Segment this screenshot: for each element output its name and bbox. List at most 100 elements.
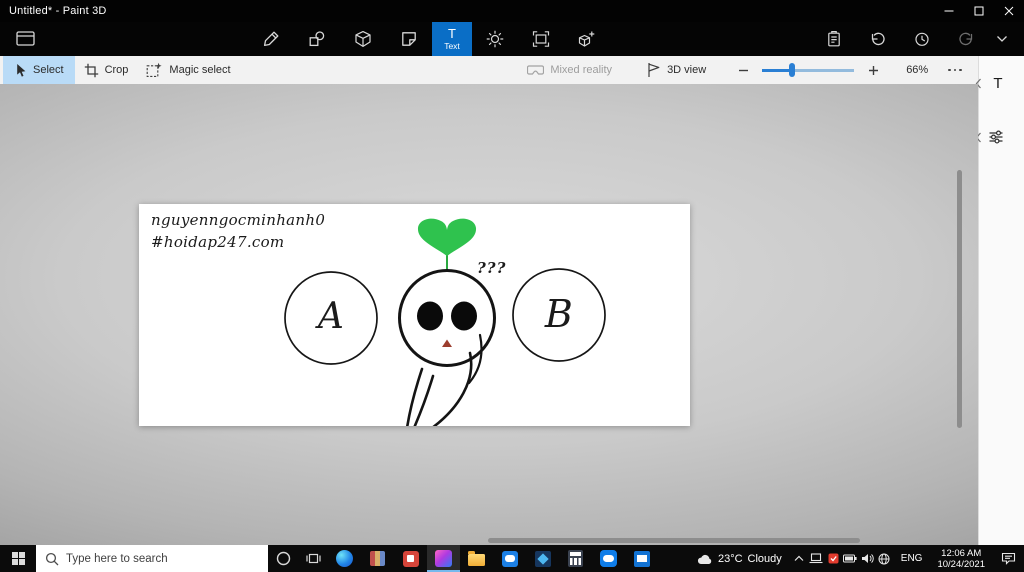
network-globe-icon: [878, 553, 890, 564]
horizontal-scrollbar[interactable]: [488, 538, 860, 543]
taskbar-chat-app-button[interactable]: [493, 545, 526, 572]
left-eye: [417, 301, 443, 331]
effects-sun-icon: [486, 30, 504, 48]
select-cursor-icon: [17, 63, 26, 77]
zoom-slider[interactable]: [762, 63, 855, 77]
action-center-icon: [1001, 552, 1015, 565]
window-controls: [934, 0, 1024, 22]
drawing-canvas[interactable]: nguyenngocminhanh0 #hoidap247.com A B ??…: [139, 204, 690, 426]
network-tray-button[interactable]: [876, 545, 893, 572]
paste-button[interactable]: [812, 22, 856, 56]
view-controls: Mixed reality 3D view 66%: [519, 56, 978, 84]
window-title: Untitled* - Paint 3D: [9, 5, 107, 17]
red-app-icon: [402, 550, 419, 567]
right-eye: [451, 301, 477, 331]
toolbar-expand-button[interactable]: [988, 22, 1016, 56]
stickers-tool-button[interactable]: [386, 22, 432, 56]
search-icon: [45, 552, 59, 565]
crop-button[interactable]: Crop: [75, 56, 138, 84]
taskbar-calculator-button[interactable]: [559, 545, 592, 572]
crop-icon: [84, 63, 98, 77]
taskbar-clock[interactable]: 12:06 AM 10/24/2021: [930, 548, 992, 570]
text-panel-button[interactable]: T: [975, 70, 1024, 96]
vertical-scrollbar[interactable]: [957, 170, 962, 428]
undo-button[interactable]: [856, 22, 900, 56]
taskbar-file-explorer-button[interactable]: [460, 545, 493, 572]
taskbar-mail-button[interactable]: [625, 545, 658, 572]
action-center-button[interactable]: [992, 552, 1024, 565]
photos-icon: [534, 550, 551, 567]
mixed-reality-button[interactable]: Mixed reality: [519, 56, 620, 84]
cortana-button[interactable]: [268, 545, 298, 572]
cortana-circle-icon: [276, 551, 290, 566]
magic-select-button[interactable]: Magic select: [137, 56, 239, 84]
weather-condition: Cloudy: [747, 552, 782, 565]
minimize-button[interactable]: [934, 0, 964, 22]
mail-icon: [633, 550, 650, 567]
maximize-button[interactable]: [964, 0, 994, 22]
chat-bubble-icon: [501, 550, 518, 567]
taskbar-paint3d-button[interactable]: [427, 545, 460, 572]
3d-library-tool-button[interactable]: [564, 22, 610, 56]
volume-tray-button[interactable]: [859, 545, 876, 572]
zoom-out-button[interactable]: [732, 56, 754, 84]
zoom-percent-value[interactable]: 66%: [906, 64, 928, 76]
zoom-in-button[interactable]: [862, 56, 884, 84]
antivirus-tray-button[interactable]: [825, 545, 842, 572]
taskbar-search[interactable]: [36, 545, 268, 572]
chevron-down-icon: [997, 36, 1007, 42]
text-tool-button[interactable]: T Text: [432, 22, 472, 56]
main-toolbar: T Text: [0, 22, 1024, 56]
3d-shapes-tool-button[interactable]: [340, 22, 386, 56]
question-marks: ???: [477, 259, 507, 277]
history-button[interactable]: [900, 22, 944, 56]
3d-view-button[interactable]: 3D view: [638, 56, 714, 84]
canvas-frame-icon: [532, 31, 550, 47]
effects-tool-button[interactable]: [472, 22, 518, 56]
canvas-tool-button[interactable]: [518, 22, 564, 56]
taskbar-zalo-button[interactable]: [592, 545, 625, 572]
select-button[interactable]: Select: [3, 56, 75, 84]
folder-icon: [468, 551, 485, 566]
paint3d-window: Untitled* - Paint 3D T Text Select Crop …: [0, 0, 1024, 572]
plus-icon: [868, 65, 878, 75]
display-tray-button[interactable]: [808, 545, 825, 572]
red-shield-icon: [828, 553, 839, 564]
history-group: [812, 22, 1016, 56]
canvas-credit-line2: #hoidap247.com: [151, 233, 285, 251]
redo-icon: [959, 32, 973, 46]
mixed-reality-goggles-icon: [527, 64, 545, 75]
zoom-slider-fill: [762, 69, 792, 72]
taskbar: 23°C Cloudy ENG 12:06 AM: [0, 545, 1024, 572]
close-button[interactable]: [994, 0, 1024, 22]
zoom-slider-thumb[interactable]: [788, 63, 795, 77]
battery-icon: [843, 554, 857, 563]
taskbar-edge-button[interactable]: [328, 545, 361, 572]
menu-button[interactable]: [16, 30, 35, 52]
redo-button[interactable]: [944, 22, 988, 56]
brushes-tool-button[interactable]: [248, 22, 294, 56]
option-b-label: B: [544, 292, 574, 336]
option-a-label: A: [317, 296, 345, 337]
taskbar-photos-button[interactable]: [526, 545, 559, 572]
canvas-credit-line1: nguyenngocminhanh0: [151, 211, 326, 229]
more-options-button[interactable]: [944, 56, 966, 84]
crop-label: Crop: [104, 64, 129, 76]
language-indicator[interactable]: ENG: [893, 553, 931, 564]
search-input[interactable]: [66, 552, 259, 565]
weather-widget[interactable]: 23°C Cloudy: [688, 553, 791, 565]
taskbar-books-app-button[interactable]: [361, 545, 394, 572]
2d-shapes-tool-button[interactable]: [294, 22, 340, 56]
show-hidden-icons-button[interactable]: [791, 545, 808, 572]
battery-tray-button[interactable]: [842, 545, 859, 572]
panel-text-icon: T: [993, 74, 1003, 92]
side-panel: T: [975, 56, 1024, 545]
character-head: [398, 269, 496, 367]
start-button[interactable]: [0, 545, 36, 572]
options-panel-button[interactable]: [975, 124, 1024, 150]
taskbar-red-app-button[interactable]: [394, 545, 427, 572]
mixed-reality-label: Mixed reality: [550, 64, 613, 76]
task-view-button[interactable]: [298, 545, 328, 572]
titlebar: Untitled* - Paint 3D: [0, 0, 1024, 22]
select-label: Select: [33, 64, 64, 76]
